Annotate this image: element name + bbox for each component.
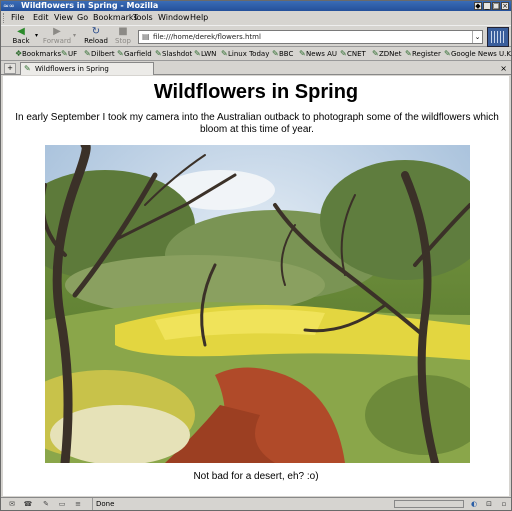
bookmarks-menu-button[interactable]: ❖Bookmarks [15,47,61,61]
tab-label: Wildflowers in Spring [35,65,109,73]
tab-wildflowers[interactable]: ✎ Wildflowers in Spring [20,62,154,75]
menu-edit[interactable]: Edit [33,11,49,25]
menu-bookmarks[interactable]: Bookmarks [93,11,138,25]
url-text[interactable]: file:///home/derek/flowers.html [153,31,261,43]
forward-history-dropdown-icon[interactable]: ▾ [73,32,76,39]
bookmark-item[interactable]: ✎Slashdot [155,47,192,61]
bookmark-item[interactable]: ✎LWN [194,47,216,61]
back-label: Back [12,37,30,45]
title-bar[interactable]: ≈∞ Wildflowers in Spring - Mozilla ◆ _ □… [1,1,511,11]
bookmark-item[interactable]: ✎UF [61,47,77,61]
menu-view[interactable]: View [54,11,73,25]
bookmark-item[interactable]: ✎Garfield [117,47,152,61]
bookmark-icon: ✎ [444,49,451,58]
wildflowers-photo [45,145,470,463]
reload-button[interactable]: ↻ Reload [81,27,111,47]
bookmarks-icon: ❖ [15,49,23,58]
tab-bar: + ✎ Wildflowers in Spring × [1,62,511,75]
reload-label: Reload [84,37,108,45]
navigation-toolbar: ◀ Back ▾ ▶ Forward ▾ ↻ Reload ■ Stop ▤ f… [1,25,511,47]
new-tab-button[interactable]: + [4,63,16,74]
tab-page-icon: ✎ [24,64,31,73]
bookmark-icon: ✎ [155,49,162,58]
forward-label: Forward [42,37,72,45]
security-lock-icon[interactable]: ⊡ [484,499,494,509]
online-status-icon[interactable]: ◐ [469,499,479,509]
browser-window: ≈∞ Wildflowers in Spring - Mozilla ◆ _ □… [0,0,512,511]
bookmark-icon: ✎ [405,49,412,58]
bookmark-item[interactable]: ✎Register [405,47,441,61]
status-text: Done [92,498,390,510]
maximize-button[interactable]: □ [492,2,500,10]
app-icon: ≈∞ [3,2,15,10]
bookmark-icon: ✎ [84,49,91,58]
intro-paragraph: In early September I took my camera into… [15,112,499,135]
bookmark-icon: ✎ [372,49,379,58]
bookmark-icon: ✎ [194,49,201,58]
shade-button[interactable]: ◆ [474,2,482,10]
irc-icon[interactable]: ≡ [73,499,83,509]
bookmark-item[interactable]: ✎ZDNet [372,47,401,61]
back-arrow-icon: ◀ [17,26,25,37]
stop-icon: ■ [118,26,128,37]
bookmark-item[interactable]: ✎Linux Today [221,47,269,61]
page-content: Wildflowers in Spring In early September… [3,76,509,496]
menu-window[interactable]: Window [158,11,190,25]
bookmarks-label: Bookmarks [22,50,62,58]
stop-button[interactable]: ■ Stop [108,27,138,47]
menu-file[interactable]: File [11,11,24,25]
minimize-button[interactable]: _ [483,2,491,10]
menu-help[interactable]: Help [190,11,208,25]
page-title: Wildflowers in Spring [153,81,359,103]
composer-icon[interactable]: ✎ [41,499,51,509]
back-history-dropdown-icon[interactable]: ▾ [35,32,38,39]
bookmark-item[interactable]: ✎Google News U.K. [444,47,512,61]
page-icon: ▤ [142,32,150,41]
reload-icon: ↻ [91,26,101,37]
bookmark-icon: ✎ [272,49,279,58]
progress-meter [394,500,464,508]
photo-caption: Not bad for a desert, eh? :o) [193,471,319,482]
url-bar[interactable]: ▤ file:///home/derek/flowers.html ⌄ [138,30,483,44]
window-title: Wildflowers in Spring - Mozilla [21,1,159,10]
bookmark-icon: ✎ [221,49,228,58]
mail-icon[interactable]: ✉ [7,499,17,509]
menu-bar: File Edit View Go Bookmarks Tools Window… [1,11,511,25]
bookmark-item[interactable]: ✎Dilbert [84,47,115,61]
close-window-button[interactable]: × [501,2,509,10]
bookmark-item[interactable]: ✎CNET [340,47,366,61]
bookmark-icon: ✎ [340,49,347,58]
forward-arrow-icon: ▶ [53,26,61,37]
bookmark-icon: ✎ [299,49,306,58]
address-book-icon[interactable]: ▭ [57,499,67,509]
close-tab-icon[interactable]: × [500,62,507,75]
bookmark-item[interactable]: ✎BBC [272,47,293,61]
back-button[interactable]: ◀ Back [6,27,36,47]
menu-tools[interactable]: Tools [133,11,153,25]
bookmark-icon: ✎ [61,49,68,58]
url-dropdown-icon[interactable]: ⌄ [472,31,482,43]
mozilla-throbber-icon[interactable] [487,27,509,47]
popup-blocker-icon[interactable]: ▫ [499,499,509,509]
bookmarks-toolbar: ❖Bookmarks ✎UF ✎Dilbert ✎Garfield ✎Slash… [1,47,512,61]
status-bar: ✉ ☎ ✎ ▭ ≡ Done ◐ ⊡ ▫ [1,497,511,510]
chat-icon[interactable]: ☎ [23,499,33,509]
stop-label: Stop [115,37,131,45]
menu-go[interactable]: Go [77,11,88,25]
bookmark-item[interactable]: ✎News AU [299,47,337,61]
bookmark-icon: ✎ [117,49,124,58]
forward-button[interactable]: ▶ Forward [42,27,72,47]
toolbar-grip-icon[interactable] [3,13,6,23]
